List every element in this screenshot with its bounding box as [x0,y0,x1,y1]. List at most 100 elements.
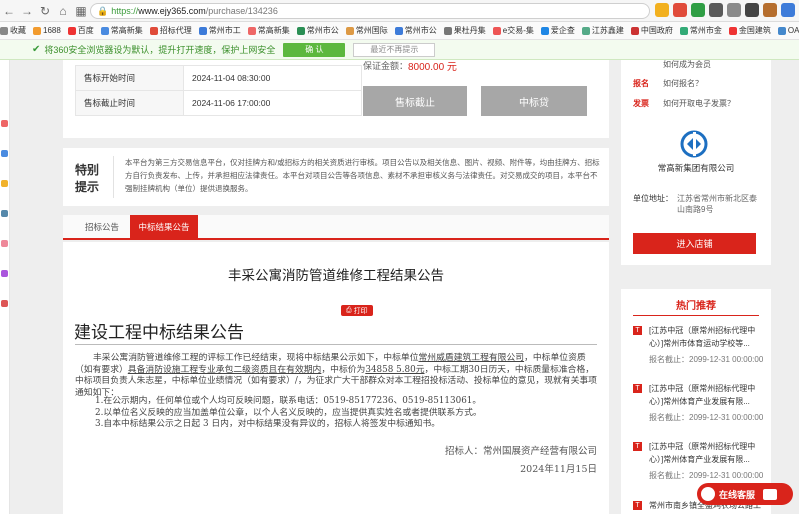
bookmark-label: 中国政府 [640,26,673,35]
bookmark-item[interactable]: 招标代理 [149,25,192,36]
sidebar-icon-5[interactable] [1,240,8,247]
tab-bid-notice[interactable]: 招标公告 [75,215,129,238]
announcement-tabs: 招标公告 中标结果公告 [63,215,609,240]
deposit-label: 保证金额： [363,61,409,71]
bookmark-icon [149,26,158,35]
hot-title: 热门推荐 [676,301,716,312]
bookmark-item[interactable]: 常州市公 [296,25,339,36]
bookmark-icon [394,26,403,35]
bookmarks-bar: 收藏 1688 百度 常高新集 招标代理 常州市工 常高新集 常州市公 常州国际 常州市公 果杜丹集… [0,22,799,40]
extension-green-icon[interactable] [691,3,705,17]
help-row-invoice[interactable]: 发票 如何开取电子发票？ [633,98,735,109]
left-sidebar [0,60,10,514]
hot-item[interactable]: T [江苏中冠（原常州招标代理中心）]常州市体育运动学校等... 报名截止：20… [633,324,763,366]
enter-store-button[interactable]: 进入店铺 [633,233,756,254]
winner-name: 常州威盾建筑工程有限公司 [418,353,525,363]
list-item: 1.在公示期内，任何单位或个人均可反映问题，联系电话：0519-85177236… [95,396,482,406]
sale-info-card: 保证金额： 8000.00 元 售标开始时间 2024-11-04 08:30:0… [63,60,609,138]
bookmark-item[interactable]: 常州市金 [679,25,722,36]
hot-item[interactable]: T [江苏中冠（原常州招标代理中心）]常州体育产业发展有限... 报名截止：20… [633,440,763,482]
sale-start-label: 售标开始时间 [75,65,184,91]
sidebar-icon-6[interactable] [1,270,8,277]
address-label: 单位地址： [633,194,673,203]
sidebar-icon-7[interactable] [1,300,8,307]
address-bar[interactable]: 🔒 https:// www.ejy365.com /purchase/1342… [90,3,650,19]
flash-icon[interactable] [655,3,669,17]
default-browser-notice: ✔ 将360安全浏览器设为默认，提升打开速度，保护上网安全 确 认 最近不再提示 [0,40,799,60]
special-title-line-1: 特别 [75,163,100,177]
table-row: 售标截止时间 2024-11-06 17:00:00 [75,90,362,116]
hot-item-title[interactable]: [江苏中冠（原常州招标代理中心）]常州体育产业发展有限... [633,440,761,466]
hot-item-title[interactable]: [江苏中冠（原常州招标代理中心）]常州市体育运动学校等... [633,324,761,350]
row-tag: 报名 [633,79,649,88]
bookmark-item[interactable]: 常州市公 [394,25,437,36]
bookmark-item[interactable]: 收藏 [0,25,26,36]
help-row-member[interactable]: 会员如何成为会员 [633,59,711,70]
hot-item-date: 报名截止：2099-12-31 00:00:00 [649,413,764,422]
sale-end-label: 售标截止时间 [75,90,184,116]
sale-closed-button[interactable]: 售标截止 [363,86,467,116]
print-button[interactable]: ⎙ 打印 [341,305,373,316]
help-row-register[interactable]: 报名 如何报名？ [633,78,703,89]
bookmark-item[interactable]: 金国建筑 [728,25,771,36]
help-link[interactable]: 如何报名？ [663,78,703,89]
special-notice-card: 特别 提示 本平台为第三方交易信息平台，仅对挂牌方和/或招标方的相关资质进行审核… [63,148,609,206]
item-icon: T [633,326,642,335]
winning-loan-button[interactable]: 中标贷 [481,86,587,116]
tab-result-notice[interactable]: 中标结果公告 [130,215,198,238]
bookmark-item[interactable]: 中国政府 [630,25,673,36]
confirm-button[interactable]: 确 认 [283,42,346,57]
bookmark-item[interactable]: 常州国际 [345,25,388,36]
p1-mid2: ，中标价为 [321,364,366,375]
bookmark-label: 江苏鑫建 [591,26,624,35]
bookmark-icon [198,26,207,35]
help-link[interactable]: 如何开取电子发票？ [663,98,735,109]
bookmark-item[interactable]: 常高新集 [100,25,143,36]
shield-check-icon: ✔ [32,44,41,55]
bookmark-item[interactable]: e交易-集 [492,25,534,36]
heading-rule [75,344,597,345]
sidebar-icon-1[interactable] [1,120,8,127]
chat-icon [763,488,778,500]
bookmark-item[interactable]: 1688 [33,26,61,35]
reload-icon[interactable]: ↻ [36,2,54,20]
bookmark-label: 1688 [43,26,61,35]
bookmark-item[interactable]: 常高新集 [247,25,290,36]
bookmark-item[interactable]: 江苏鑫建 [581,25,624,36]
bookmark-item[interactable]: OA系统 [777,25,799,36]
service-label: 在线客服 [719,489,756,500]
hot-recommend-card: 热门推荐 T [江苏中冠（原常州招标代理中心）]常州市体育运动学校等... 报名… [621,289,771,514]
bookmark-item[interactable]: 爱企查 [540,25,575,36]
bookmark-label: 招标代理 [159,26,192,35]
bookmark-icon [777,26,786,35]
bookmark-item[interactable]: 百度 [67,25,94,36]
home-icon[interactable]: ⌂ [54,2,72,20]
extension-icon[interactable]: ▦ [72,2,90,20]
special-title-line-2: 提示 [75,180,100,194]
bag-icon[interactable] [763,3,777,17]
shield-icon[interactable] [673,3,687,17]
sidebar-icon-3[interactable] [1,180,8,187]
help-link[interactable]: 如何成为会员 [663,59,711,70]
online-service-button[interactable]: 在线客服 [697,483,793,505]
hot-rule [633,315,759,316]
dismiss-button[interactable]: 最近不再提示 [353,42,436,57]
hot-item-date: 报名截止：2099-12-31 00:00:00 [649,471,764,480]
forward-icon[interactable]: → [18,2,36,20]
bookmark-item[interactable]: 常州市工 [198,25,241,36]
hot-item[interactable]: T [江苏中冠（原常州招标代理中心）]常州体育产业发展有限... 报名截止：20… [633,382,763,424]
sale-start-value: 2024-11-04 08:30:00 [183,65,362,91]
cut-icon[interactable] [745,3,759,17]
sidebar-icon-4[interactable] [1,210,8,217]
download-icon[interactable] [727,3,741,17]
hot-item-title[interactable]: [江苏中冠（原常州招标代理中心）]常州体育产业发展有限... [633,382,761,408]
bookmark-item[interactable]: 果杜丹集 [443,25,486,36]
back-icon[interactable]: ← [0,2,18,20]
special-text: 本平台为第三方交易信息平台，仅对挂牌方和/或招标方的相关资质进行审核。项目公告以… [125,158,600,193]
bookmark-label: OA系统 [787,26,799,35]
menu-icon[interactable] [709,3,723,17]
bookmark-icon [296,26,305,35]
sidebar-icon-2[interactable] [1,150,8,157]
grid-icon[interactable] [781,3,795,17]
item-icon: T [633,384,642,393]
